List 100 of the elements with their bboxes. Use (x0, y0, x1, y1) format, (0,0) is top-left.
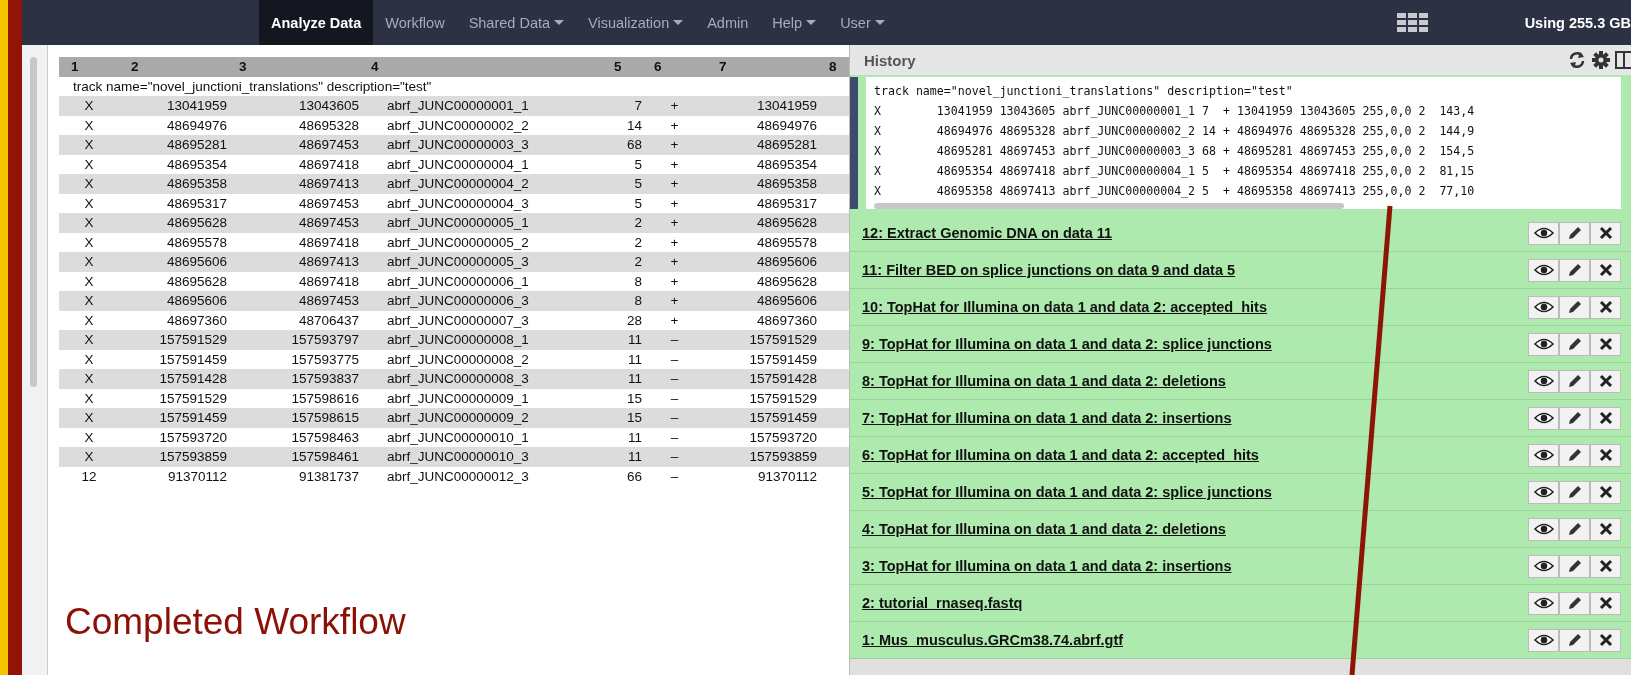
dataset-link[interactable]: 2: tutorial_rnaseq.fastq (862, 595, 1023, 611)
edit-button[interactable] (1559, 443, 1590, 467)
delete-button[interactable] (1590, 369, 1621, 393)
edit-button[interactable] (1559, 258, 1590, 282)
table-cell-text: 13041959 (755, 98, 817, 114)
refresh-icon[interactable] (1567, 50, 1587, 70)
table-cell-text: – (669, 468, 680, 484)
table-cell-text: 8 (633, 293, 642, 309)
table-cell-text: 157591459 (748, 410, 817, 426)
dataset-link[interactable]: 6: TopHat for Illumina on data 1 and data 2: accepted_hits (862, 447, 1259, 463)
column-header: 1 (70, 59, 80, 75)
table-cell-text: 66 (625, 468, 642, 484)
dataset-link[interactable]: 4: TopHat for Illumina on data 1 and data 2: deletions (862, 521, 1226, 537)
table-cell-text: 14 (625, 117, 642, 133)
table-cell-text: 48697413 (297, 254, 359, 270)
view-button[interactable] (1528, 258, 1559, 282)
table-cell-text: 48697418 (297, 156, 359, 172)
pencil-icon (1566, 632, 1583, 648)
table-cell-text: 48695578 (755, 234, 817, 250)
table-cell-text: 157593837 (290, 371, 359, 387)
eye-icon (1533, 597, 1554, 609)
delete-button[interactable] (1590, 517, 1621, 541)
table-cell-text: abrf_JUNC00000005_2 (386, 234, 530, 250)
table-cell-text: 157591529 (748, 332, 817, 348)
eye-icon (1533, 338, 1554, 350)
dataset-link[interactable]: 3: TopHat for Illumina on data 1 and data 2: insertions (862, 558, 1232, 574)
scrollbar[interactable] (874, 203, 1344, 209)
delete-button[interactable] (1590, 554, 1621, 578)
dataset-link[interactable]: 8: TopHat for Illumina on data 1 and data 2: deletions (862, 373, 1226, 389)
edit-button[interactable] (1559, 221, 1590, 245)
nav-tab[interactable]: User (828, 0, 897, 45)
eye-icon (1533, 560, 1554, 572)
delete-button[interactable] (1590, 628, 1621, 652)
dataset-link[interactable]: 5: TopHat for Illumina on data 1 and data 2: splice junctions (862, 484, 1272, 500)
nav-tab[interactable]: Workflow (373, 0, 457, 45)
table-cell-text: 157591459 (158, 410, 227, 426)
view-button[interactable] (1528, 369, 1559, 393)
table-cell-text: 157593859 (158, 449, 227, 465)
table-cell-text: 157593720 (158, 429, 227, 445)
column-header: 5 (613, 59, 623, 75)
view-button[interactable] (1528, 480, 1559, 504)
edit-button[interactable] (1559, 295, 1590, 319)
nav-tab[interactable]: Visualization (576, 0, 696, 45)
delete-button[interactable] (1590, 221, 1621, 245)
delete-button[interactable] (1590, 258, 1621, 282)
settings-icon[interactable] (1591, 50, 1611, 70)
columns-icon[interactable] (1615, 50, 1631, 70)
edit-button[interactable] (1559, 591, 1590, 615)
delete-button[interactable] (1590, 295, 1621, 319)
table-cell-text: 48694976 (165, 117, 227, 133)
close-icon (1598, 559, 1613, 573)
delete-button[interactable] (1590, 406, 1621, 430)
delete-button[interactable] (1590, 480, 1621, 504)
table-cell-text: 157591529 (158, 332, 227, 348)
edit-button[interactable] (1559, 517, 1590, 541)
grid-icon[interactable] (1396, 12, 1429, 33)
delete-button[interactable] (1590, 591, 1621, 615)
nav-tab[interactable]: Shared Data (456, 0, 577, 45)
edit-button[interactable] (1559, 628, 1590, 652)
dataset-link[interactable]: 10: TopHat for Illumina on data 1 and data 2: accepted_hits (862, 299, 1267, 315)
view-button[interactable] (1528, 628, 1559, 652)
dataset-link[interactable]: 11: Filter BED on splice junctions on data 9 and data 5 (862, 262, 1236, 278)
edit-button[interactable] (1559, 406, 1590, 430)
delete-button[interactable] (1590, 443, 1621, 467)
view-button[interactable] (1528, 443, 1559, 467)
view-button[interactable] (1528, 332, 1559, 356)
usage-text: Using 255.3 GB (1524, 14, 1631, 31)
preview-line: X 48695281 48697453 abrf_JUNC00000003_3 68 + 48695281 48697453 255,0,0 2 154,5 (874, 143, 1476, 160)
edit-button[interactable] (1559, 554, 1590, 578)
dataset-link[interactable]: 7: TopHat for Illumina on data 1 and data 2: insertions (862, 410, 1232, 426)
view-button[interactable] (1528, 406, 1559, 430)
view-button[interactable] (1528, 295, 1559, 319)
nav-tab[interactable]: Analyze Data (259, 0, 374, 45)
table-cell-text: 11 (627, 429, 642, 445)
table-cell-text: 2 (633, 215, 642, 231)
table-cell-text: abrf_JUNC00000005_1 (386, 215, 530, 231)
edit-button[interactable] (1559, 480, 1590, 504)
table-cell-text: 48697453 (297, 195, 359, 211)
dataset-link[interactable]: 9: TopHat for Illumina on data 1 and data 2: splice junctions (862, 336, 1272, 352)
annotation-title: Completed Workflow (65, 601, 407, 643)
table-cell-text: + (669, 293, 680, 309)
dataset-link[interactable]: 12: Extract Genomic DNA on data 11 (862, 225, 1113, 241)
table-cell-text: 48697453 (297, 137, 359, 153)
table-cell-text: 91370112 (166, 468, 227, 484)
dataset-link[interactable]: 1: Mus_musculus.GRCm38.74.abrf.gtf (862, 632, 1124, 648)
nav-tab[interactable]: Admin (695, 0, 761, 45)
close-icon (1598, 448, 1613, 462)
scrollbar[interactable] (30, 57, 37, 387)
delete-button[interactable] (1590, 332, 1621, 356)
view-button[interactable] (1528, 591, 1559, 615)
nav-tab[interactable]: Help (760, 0, 829, 45)
table-cell-text: 28 (625, 312, 642, 328)
table-cell-text: + (669, 176, 680, 192)
edit-button[interactable] (1559, 332, 1590, 356)
view-button[interactable] (1528, 554, 1559, 578)
table-cell-text: X (83, 293, 95, 309)
table-cell-text: 157593859 (748, 449, 817, 465)
edit-button[interactable] (1559, 369, 1590, 393)
view-button[interactable] (1528, 221, 1559, 245)
view-button[interactable] (1528, 517, 1559, 541)
